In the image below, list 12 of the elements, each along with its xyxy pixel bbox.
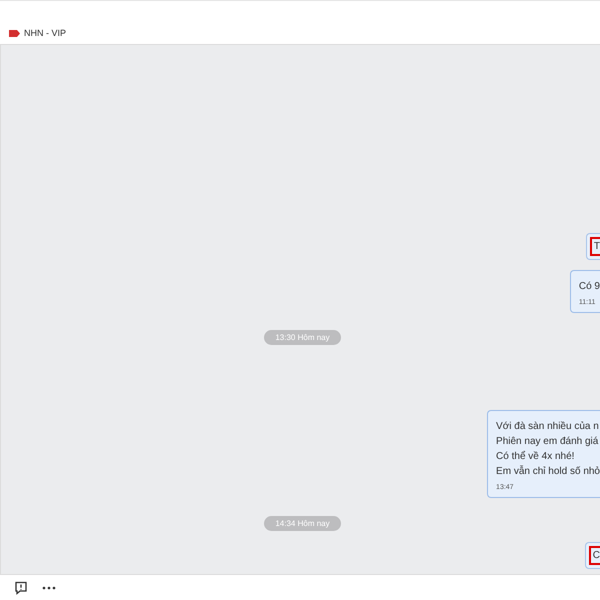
message-text: Có 9 <box>578 280 600 294</box>
message-text: Có thể về 4x nhé! <box>496 450 576 464</box>
date-separator: 14:34 Hôm nay <box>264 516 341 531</box>
highlighted-text: C <box>588 546 600 565</box>
message-text: Với đà sàn nhiều của n <box>496 420 600 434</box>
tag-label: NHN - VIP <box>24 28 66 38</box>
message-text: Phiên nay em đánh giá <box>496 435 600 449</box>
message-text: Em vẫn chỉ hold số nhỏ <box>496 464 600 479</box>
highlighted-text: T <box>590 237 600 256</box>
more-icon[interactable] <box>42 586 56 590</box>
feedback-icon[interactable] <box>14 580 28 594</box>
date-separator: 13:30 Hôm nay <box>264 330 341 345</box>
